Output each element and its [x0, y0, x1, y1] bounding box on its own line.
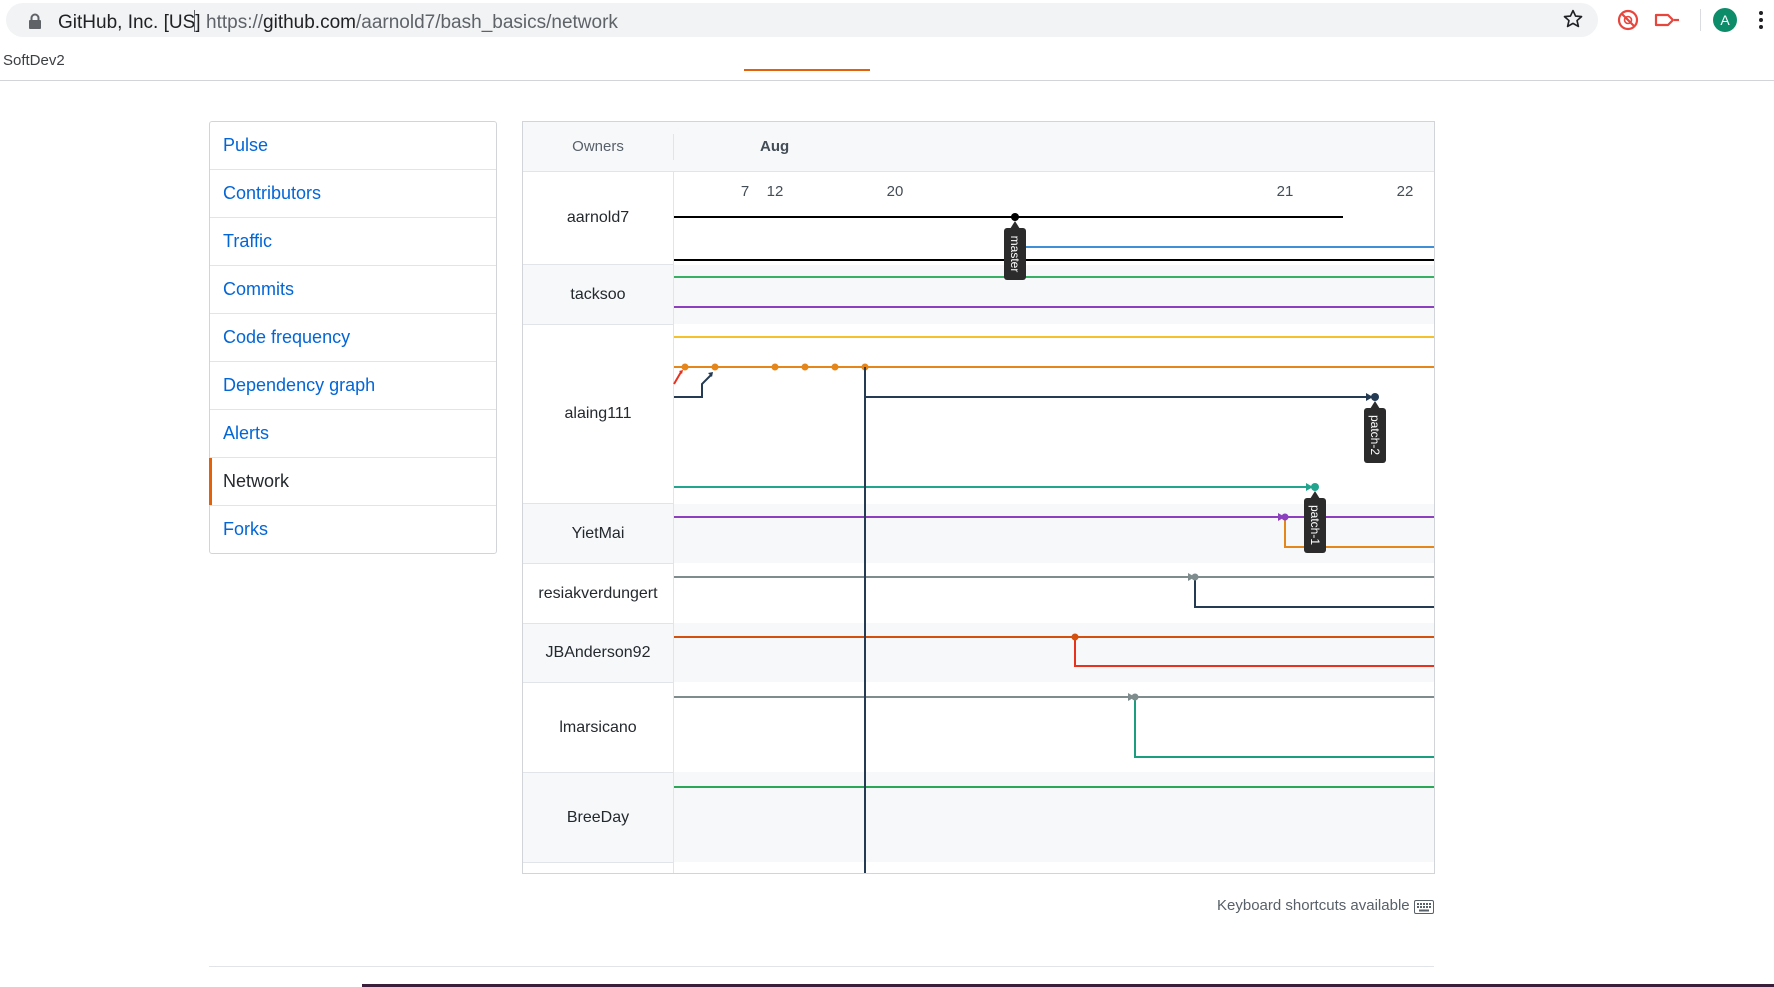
branch-line: [1074, 637, 1434, 667]
menu-item-pulse[interactable]: Pulse: [210, 122, 496, 170]
network-graph[interactable]: Owners Aug aarnold7 tacksoo alaing111 Yi…: [522, 121, 1435, 874]
commit-dot: [1191, 573, 1199, 581]
menu-item-traffic[interactable]: Traffic: [210, 218, 496, 266]
browser-menu-icon[interactable]: [1758, 8, 1764, 32]
menu-item-commits[interactable]: Commits: [210, 266, 496, 314]
menu-item-code-frequency[interactable]: Code frequency: [210, 314, 496, 362]
commit-dot: [711, 363, 719, 371]
selected-tab-indicator: [744, 69, 870, 71]
commit-dot: [1011, 213, 1019, 221]
branch-tag-master: master: [1004, 221, 1026, 280]
blocked-extension-icon[interactable]: [1616, 8, 1640, 32]
keyboard-shortcuts-text[interactable]: Keyboard shortcuts available: [1217, 897, 1410, 914]
commit-dot: [681, 363, 689, 371]
menu-item-network[interactable]: Network: [209, 458, 496, 506]
commit-dot: [771, 363, 779, 371]
url-host: github.com: [263, 12, 356, 33]
bookmark-star-icon[interactable]: [1562, 8, 1584, 30]
url-separator: [194, 10, 195, 32]
branch-tag-patch-2: patch-2: [1364, 401, 1386, 463]
branch-line: [674, 374, 712, 398]
branch-tag-text: patch-2: [1368, 415, 1382, 455]
branch-tag-text: patch-1: [1308, 505, 1322, 545]
commit-dot: [1131, 693, 1139, 701]
bookmarks-bar: SoftDev2: [0, 40, 1774, 80]
menu-item-forks[interactable]: Forks: [210, 506, 496, 553]
commit-dot: [1371, 393, 1379, 401]
site-identity[interactable]: GitHub, Inc. [US]: [58, 12, 201, 34]
commit-dot: [831, 363, 839, 371]
browser-toolbar: GitHub, Inc. [US] https://github.com/aar…: [0, 0, 1774, 40]
commit-dot: [1071, 633, 1079, 641]
network-lanes: master patch-2 patch-1: [673, 213, 1434, 873]
branch-line: [1194, 577, 1434, 608]
url-path: /aarnold7/bash_basics/network: [355, 12, 618, 33]
menu-item-dependency-graph[interactable]: Dependency graph: [210, 362, 496, 410]
branch-line: [1134, 697, 1434, 758]
bookmark-softdev2[interactable]: SoftDev2: [3, 52, 65, 69]
commit-dot: [1311, 483, 1319, 491]
footer-divider: [209, 966, 1434, 967]
commit-dot: [1281, 513, 1289, 521]
branch-tag-text: master: [1008, 236, 1022, 273]
lock-icon: [29, 13, 41, 29]
address-bar[interactable]: GitHub, Inc. [US] https://github.com/aar…: [6, 3, 1598, 37]
branch-tag-patch-1: patch-1: [1304, 491, 1326, 553]
merge-arrow: [673, 371, 682, 385]
toolbar-separator: [1700, 9, 1701, 31]
menu-item-contributors[interactable]: Contributors: [210, 170, 496, 218]
keyboard-icon[interactable]: [1414, 900, 1434, 914]
menu-item-alerts[interactable]: Alerts: [210, 410, 496, 458]
page-divider: [0, 80, 1774, 81]
profile-avatar[interactable]: A: [1713, 8, 1737, 32]
insights-menu: Pulse Contributors Traffic Commits Code …: [209, 121, 497, 554]
url-prefix: https://: [206, 12, 264, 33]
commit-dot: [801, 363, 809, 371]
share-extension-icon[interactable]: [1654, 9, 1680, 31]
url-text[interactable]: https://github.com/aarnold7/bash_basics/…: [206, 12, 618, 34]
